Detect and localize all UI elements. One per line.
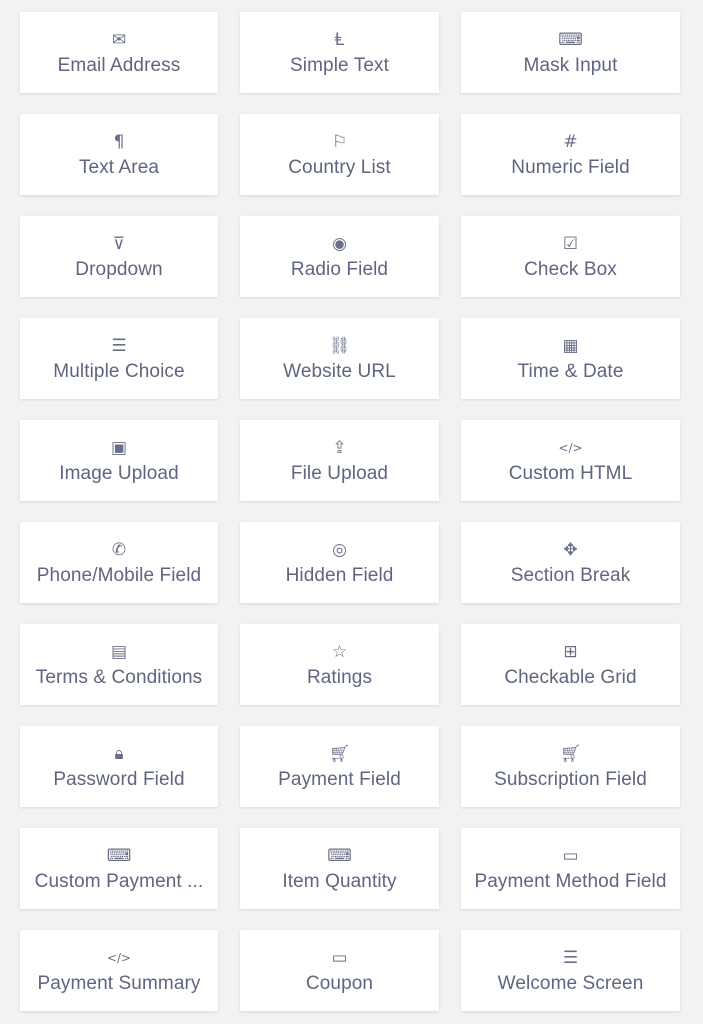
field-label: Subscription Field <box>494 768 647 790</box>
radio-icon: ◉ <box>332 233 347 254</box>
field-label: Country List <box>288 156 391 178</box>
envelope-icon: ✉ <box>111 29 127 50</box>
field-card-time-date[interactable]: ▦ Time & Date <box>461 318 680 399</box>
field-card-checkable-grid[interactable]: ⊞ Checkable Grid <box>461 624 680 705</box>
field-label: Image Upload <box>59 462 179 484</box>
field-label: Section Break <box>510 564 631 586</box>
field-label: Hidden Field <box>285 564 394 586</box>
field-card-ratings[interactable]: ☆ Ratings <box>240 624 439 705</box>
upload-icon: ⇪ <box>332 437 347 458</box>
field-label: Checkable Grid <box>504 666 637 688</box>
field-label: File Upload <box>290 462 389 484</box>
cart-icon: 🛒︎ <box>559 743 582 764</box>
field-card-dropdown[interactable]: ⊽ Dropdown <box>20 216 218 297</box>
field-label: Password Field <box>53 768 185 790</box>
field-card-coupon[interactable]: ▭ Coupon <box>240 930 439 1011</box>
field-card-custom-html[interactable]: </> Custom HTML <box>461 420 680 501</box>
welcome-screen-icon: ☰ <box>562 947 579 968</box>
keyboard-icon: ⌨ <box>558 29 583 50</box>
field-label: Time & Date <box>517 360 624 382</box>
field-card-mask-input[interactable]: ⌨ Mask Input <box>461 12 680 93</box>
field-label: Custom HTML <box>508 462 633 484</box>
field-label: Payment Method Field <box>474 870 667 892</box>
field-card-file-upload[interactable]: ⇪ File Upload <box>240 420 439 501</box>
field-label: Website URL <box>283 360 396 382</box>
field-label: Phone/Mobile Field <box>36 564 202 586</box>
field-card-subscription-field[interactable]: 🛒︎ Subscription Field <box>461 726 680 807</box>
field-card-simple-text[interactable]: Ⱡ Simple Text <box>240 12 439 93</box>
star-icon: ☆ <box>331 641 348 662</box>
field-card-country-list[interactable]: ⚐ Country List <box>240 114 439 195</box>
image-icon: ▣ <box>110 437 128 458</box>
flag-icon: ⚐ <box>331 131 348 152</box>
link-icon: ⛓ <box>328 335 351 356</box>
field-card-custom-payment[interactable]: ⌨ Custom Payment ... <box>20 828 218 909</box>
field-label: Numeric Field <box>511 156 630 178</box>
field-label: Custom Payment ... <box>34 870 204 892</box>
field-card-multiple-choice[interactable]: ☰ Multiple Choice <box>20 318 218 399</box>
field-card-payment-field[interactable]: 🛒︎ Payment Field <box>240 726 439 807</box>
keyboard-icon: ⌨ <box>327 845 352 866</box>
field-label: Radio Field <box>290 258 389 280</box>
field-card-welcome-screen[interactable]: ☰ Welcome Screen <box>461 930 680 1011</box>
checkbox-icon: ☑ <box>562 233 579 254</box>
field-card-hidden-field[interactable]: ◎ Hidden Field <box>240 522 439 603</box>
dropdown-icon: ⊽ <box>112 233 126 254</box>
field-card-image-upload[interactable]: ▣ Image Upload <box>20 420 218 501</box>
calendar-icon: ▦ <box>562 335 579 356</box>
grid-check-icon: ⊞ <box>563 641 578 662</box>
field-card-phone-mobile-field[interactable]: ✆ Phone/Mobile Field <box>20 522 218 603</box>
hash-icon: # <box>563 131 578 152</box>
field-label: Mask Input <box>523 54 618 76</box>
field-card-password-field[interactable]: 🔒︎ Password Field <box>20 726 218 807</box>
eye-slash-icon: ◎ <box>332 539 347 560</box>
field-card-check-box[interactable]: ☑ Check Box <box>461 216 680 297</box>
list-icon: ☰ <box>111 335 127 356</box>
keyboard-icon: ⌨ <box>106 845 132 866</box>
field-label: Check Box <box>524 258 617 280</box>
field-card-email-address[interactable]: ✉ Email Address <box>20 12 218 93</box>
code-icon: </> <box>106 950 132 965</box>
field-label: Payment Summary <box>37 972 201 994</box>
coupon-icon: ▭ <box>331 947 348 968</box>
code-icon: </> <box>558 440 583 455</box>
field-label: Terms & Conditions <box>35 666 203 688</box>
paragraph-icon: ¶ <box>113 131 125 152</box>
field-label: Payment Field <box>278 768 401 790</box>
lock-icon: 🔒︎ <box>114 743 124 764</box>
field-label: Text Area <box>78 156 160 178</box>
field-palette: ✉ Email Address Ⱡ Simple Text ⌨ Mask Input ¶ Te… <box>20 12 680 1011</box>
field-label: Dropdown <box>75 258 163 280</box>
cart-icon: 🛒︎ <box>328 743 351 764</box>
field-label: Coupon <box>305 972 374 994</box>
field-label: Item Quantity <box>282 870 397 892</box>
field-card-payment-method-field[interactable]: ▭ Payment Method Field <box>461 828 680 909</box>
field-label: Welcome Screen <box>497 972 644 994</box>
field-card-section-break[interactable]: ✥ Section Break <box>461 522 680 603</box>
field-label: Ratings <box>306 666 373 688</box>
field-label: Simple Text <box>290 54 389 76</box>
field-card-payment-summary[interactable]: </> Payment Summary <box>20 930 218 1011</box>
field-card-item-quantity[interactable]: ⌨ Item Quantity <box>240 828 439 909</box>
field-card-text-area[interactable]: ¶ Text Area <box>20 114 218 195</box>
document-icon: ▤ <box>110 641 128 662</box>
text-cursor-icon: Ⱡ <box>334 29 345 50</box>
puzzle-icon: ✥ <box>563 539 578 560</box>
field-card-radio-field[interactable]: ◉ Radio Field <box>240 216 439 297</box>
field-label: Email Address <box>57 54 181 76</box>
field-card-website-url[interactable]: ⛓ Website URL <box>240 318 439 399</box>
field-card-numeric-field[interactable]: # Numeric Field <box>461 114 680 195</box>
field-label: Multiple Choice <box>53 360 185 382</box>
credit-card-icon: ▭ <box>562 845 579 866</box>
field-card-terms-conditions[interactable]: ▤ Terms & Conditions <box>20 624 218 705</box>
phone-icon: ✆ <box>111 539 127 560</box>
